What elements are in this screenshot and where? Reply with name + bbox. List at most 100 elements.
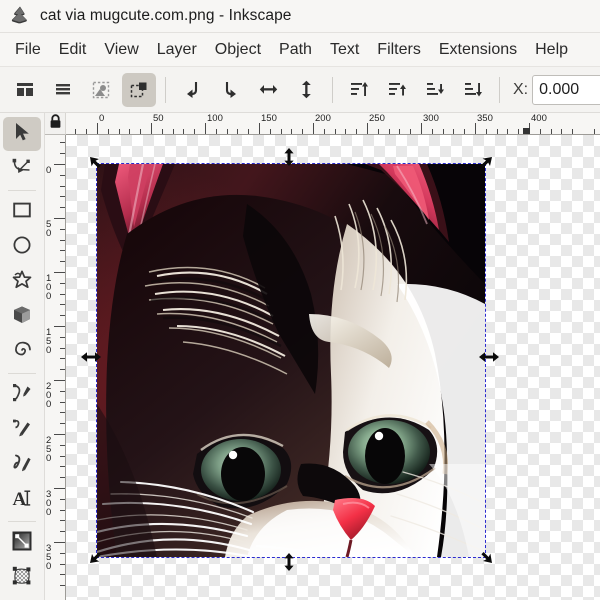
ruler-tick-minor [345,129,347,134]
deselect-button[interactable] [84,73,118,107]
gradient-tool[interactable] [3,526,41,560]
ruler-tick-minor [60,444,65,446]
toolbar-separator-1 [165,76,166,103]
star-icon [11,269,33,296]
lower-to-bottom-button[interactable] [456,73,490,107]
ruler-tick-minor [226,129,228,134]
flip-vertical-button[interactable] [289,73,323,107]
flip-vertical-icon [297,80,316,99]
ruler-tick-major [54,542,65,543]
menu-view[interactable]: View [95,38,147,62]
drawing-canvas[interactable] [66,135,600,600]
star-tool[interactable] [3,265,41,299]
ruler-corner[interactable] [45,113,66,135]
ruler-tick-major [259,123,260,134]
ellipse-tool[interactable] [3,230,41,264]
x-coordinate-input[interactable]: 0.000 [532,74,600,105]
raise-to-top-icon [350,80,369,99]
menu-layer[interactable]: Layer [148,38,206,62]
toolbox-separator-3 [8,521,36,522]
select-same-button[interactable] [122,72,156,107]
ruler-tick-minor [140,129,142,134]
cat-image[interactable] [96,163,486,558]
rotate-clockwise-button[interactable] [213,73,247,107]
ruler-tick-minor [60,250,65,252]
lower-one-step-button[interactable] [418,73,452,107]
ruler-label: 200 [46,381,52,410]
ruler-tick-minor [194,129,196,134]
menu-extensions[interactable]: Extensions [430,38,526,62]
rotate-clockwise-icon [221,80,240,99]
ruler-tick-minor [129,129,131,134]
flip-horizontal-button[interactable] [251,73,285,107]
rotate-counter-clockwise-icon [183,80,202,99]
pencil-tool[interactable] [3,413,41,447]
ruler-tick-minor [60,390,65,392]
gradient-icon [11,530,33,557]
select-all-button[interactable] [8,73,42,107]
ruler-tick-minor [496,129,498,134]
menu-text[interactable]: Text [321,38,368,62]
select-same-icon [130,81,148,99]
handle-middle-left[interactable] [81,351,101,367]
ruler-tick-minor [593,129,595,134]
ruler-tick-minor [453,129,455,134]
menu-help[interactable]: Help [526,38,577,62]
vertical-ruler[interactable]: 0 50 100 150 200 250 300 350 [45,135,66,600]
horizontal-ruler[interactable]: 0 50 100 150 200 250 300 350 400 [66,113,600,135]
ruler-tick-minor [323,129,325,134]
ruler-label: 250 [46,435,52,464]
ruler-tick-minor [60,315,65,317]
raise-to-top-button[interactable] [342,73,376,107]
text-tool[interactable]: A [3,483,41,517]
calligraphy-pen-icon [11,452,33,479]
ruler-tick-minor [269,129,271,134]
ruler-tick-minor [431,129,433,134]
ruler-tick-minor [356,129,358,134]
bezier-tool[interactable] [3,378,41,412]
handle-top-center[interactable] [283,148,299,166]
ruler-label: 100 [207,113,223,124]
raise-one-step-icon [388,80,407,99]
ruler-tick-minor [151,129,152,134]
ruler-tick-minor [215,129,217,134]
ruler-tick-major [54,434,65,435]
mesh-gradient-icon [11,565,33,592]
selector-tool[interactable] [3,117,41,151]
ruler-label: 100 [46,273,52,302]
mesh-tool[interactable] [3,561,41,595]
node-editor-icon [11,156,33,183]
ruler-tick-minor [60,336,65,338]
ruler-tick-major [421,123,422,134]
cube-icon [11,304,33,331]
rotate-counter-clockwise-button[interactable] [175,73,209,107]
ruler-tick-minor [60,261,65,263]
ruler-tick-minor [302,129,304,134]
ruler-tick-minor [60,412,65,414]
ruler-tick-minor [377,129,379,134]
select-all-in-all-layers-button[interactable] [46,73,80,107]
spiral-tool[interactable] [3,335,41,369]
ruler-label: 300 [423,113,439,124]
ruler-tick-minor [539,129,541,134]
ruler-tick-minor [334,129,336,134]
menu-file[interactable]: File [6,38,50,62]
menu-edit[interactable]: Edit [50,38,96,62]
raise-one-step-button[interactable] [380,73,414,107]
menu-object[interactable]: Object [206,38,270,62]
menu-path[interactable]: Path [270,38,321,62]
box3d-tool[interactable] [3,300,41,334]
node-tool[interactable] [3,152,41,186]
lock-icon[interactable] [49,113,62,134]
pencil-icon [11,417,33,444]
spiral-icon [11,339,33,366]
ruler-tick-minor [60,207,65,209]
ruler-tick-minor [60,272,65,273]
ruler-tick-minor [60,228,65,230]
rectangle-tool[interactable] [3,195,41,229]
calligraphy-tool[interactable] [3,448,41,482]
menu-filters[interactable]: Filters [368,38,430,62]
ruler-tick-minor [442,129,444,134]
ruler-tick-minor [60,574,65,576]
ruler-tick-minor [399,129,401,134]
